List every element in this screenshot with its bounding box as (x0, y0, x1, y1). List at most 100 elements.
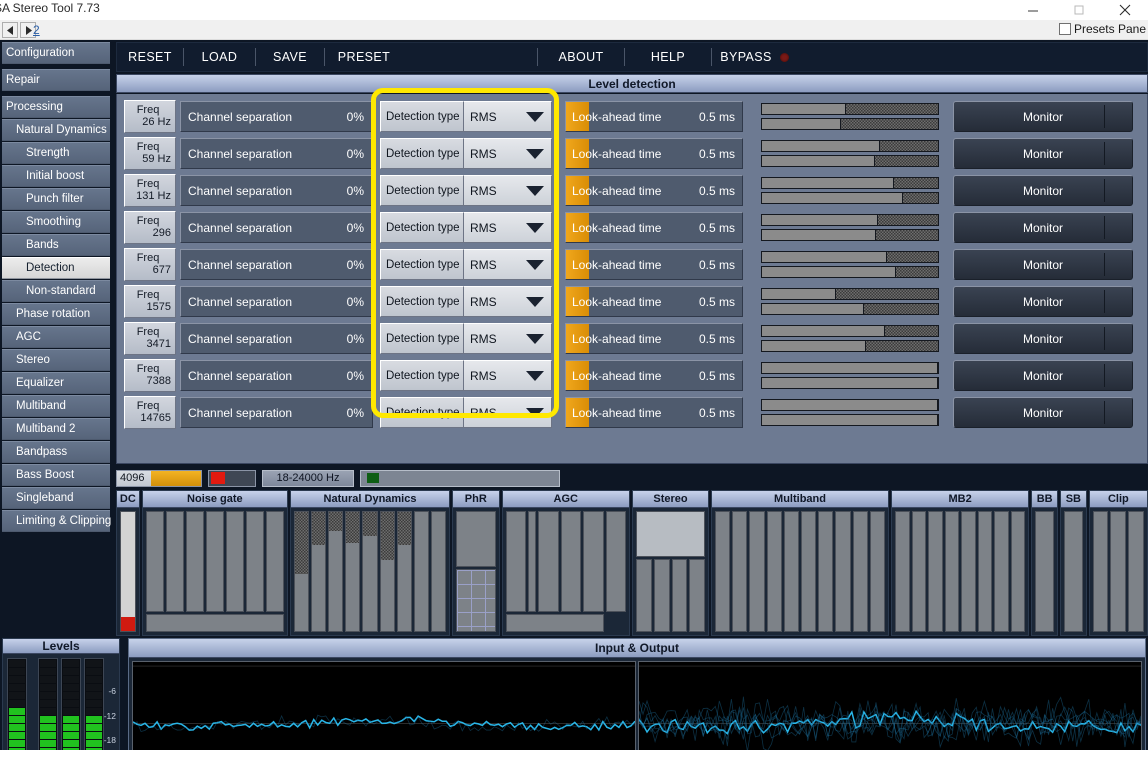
checkbox-icon[interactable] (1058, 23, 1071, 35)
look-ahead-time-slider[interactable]: Look-ahead time 0.5 ms (565, 360, 743, 391)
channel-separation-slider[interactable]: Channel separation 0% (180, 286, 373, 317)
detection-type-dropdown[interactable]: Detection type RMS (380, 323, 552, 354)
monitor-button[interactable]: Monitor (953, 175, 1133, 206)
channel-separation-slider[interactable]: Channel separation 0% (180, 397, 373, 428)
sidebar-item-phase-rotation[interactable]: Phase rotation (2, 303, 110, 325)
look-ahead-time-slider[interactable]: Look-ahead time 0.5 ms (565, 212, 743, 243)
detection-type-dropdown[interactable]: Detection type RMS (380, 397, 552, 428)
module-body[interactable] (1061, 508, 1086, 635)
detection-type-dropdown[interactable]: Detection type RMS (380, 212, 552, 243)
detection-type-value-area[interactable]: RMS (464, 323, 552, 354)
chevron-down-icon[interactable] (526, 259, 544, 270)
help-button[interactable]: HELP (625, 43, 711, 71)
channel-separation-slider[interactable]: Channel separation 0% (180, 212, 373, 243)
monitor-button[interactable]: Monitor (953, 323, 1133, 354)
sidebar-item-processing[interactable]: Processing (2, 96, 110, 118)
detection-type-dropdown[interactable]: Detection type RMS (380, 175, 552, 206)
look-ahead-time-slider[interactable]: Look-ahead time 0.5 ms (565, 101, 743, 132)
chevron-down-icon[interactable] (526, 407, 544, 418)
module-body[interactable] (633, 508, 708, 635)
module-panel-agc[interactable]: AGC (501, 490, 630, 636)
detection-type-value-area[interactable]: RMS (464, 249, 552, 280)
sidebar-item-multiband-2[interactable]: Multiband 2 (2, 418, 110, 440)
detection-type-value-area[interactable]: RMS (464, 175, 552, 206)
sidebar-item-singleband[interactable]: Singleband (2, 487, 110, 509)
chevron-down-icon[interactable] (526, 148, 544, 159)
module-body[interactable] (1090, 508, 1147, 635)
detection-type-dropdown[interactable]: Detection type RMS (380, 286, 552, 317)
detection-type-value-area[interactable]: RMS (464, 360, 552, 391)
sidebar-item-multiband[interactable]: Multiband (2, 395, 110, 417)
detection-type-value-area[interactable]: RMS (464, 101, 552, 132)
chevron-down-icon[interactable] (526, 333, 544, 344)
minimize-icon[interactable] (1010, 0, 1056, 20)
detection-type-value-area[interactable]: RMS (464, 286, 552, 317)
module-panel-multiband[interactable]: Multiband (711, 490, 889, 636)
monitor-button[interactable]: Monitor (953, 212, 1133, 243)
frequency-button[interactable]: Freq 677 (124, 248, 176, 281)
look-ahead-time-slider[interactable]: Look-ahead time 0.5 ms (565, 397, 743, 428)
detection-type-dropdown[interactable]: Detection type RMS (380, 138, 552, 169)
look-ahead-time-slider[interactable]: Look-ahead time 0.5 ms (565, 249, 743, 280)
module-body[interactable] (712, 508, 888, 635)
monitor-button[interactable]: Monitor (953, 249, 1133, 280)
module-body[interactable] (143, 508, 287, 635)
sidebar-item-natural-dynamics[interactable]: Natural Dynamics (2, 119, 110, 141)
channel-separation-slider[interactable]: Channel separation 0% (180, 249, 373, 280)
detection-type-value-area[interactable]: RMS (464, 138, 552, 169)
preset-button[interactable]: PRESET (325, 43, 403, 71)
frequency-button[interactable]: Freq 26 Hz (124, 100, 176, 133)
frequency-button[interactable]: Freq 131 Hz (124, 174, 176, 207)
chevron-down-icon[interactable] (526, 111, 544, 122)
module-panel-clip[interactable]: Clip (1088, 490, 1148, 636)
frequency-button[interactable]: Freq 3471 (124, 322, 176, 355)
module-body[interactable] (1032, 508, 1057, 635)
module-panel-stereo[interactable]: Stereo (631, 490, 710, 636)
module-panel-phr[interactable]: PhR (452, 490, 500, 636)
module-panel-dc[interactable]: DC (116, 490, 140, 636)
sidebar-item-bass-boost[interactable]: Bass Boost (2, 464, 110, 486)
load-button[interactable]: LOAD (184, 43, 255, 71)
sidebar-item-bands[interactable]: Bands (2, 234, 110, 256)
sidebar-item-initial-boost[interactable]: Initial boost (2, 165, 110, 187)
monitor-button[interactable]: Monitor (953, 286, 1133, 317)
module-body[interactable] (117, 508, 139, 635)
close-icon[interactable] (1102, 0, 1148, 20)
sidebar-item-stereo[interactable]: Stereo (2, 349, 110, 371)
detection-type-dropdown[interactable]: Detection type RMS (380, 249, 552, 280)
look-ahead-time-slider[interactable]: Look-ahead time 0.5 ms (565, 323, 743, 354)
sidebar-item-bandpass[interactable]: Bandpass (2, 441, 110, 463)
presets-pane-checkbox[interactable]: Presets Pane (1058, 22, 1146, 36)
detection-type-dropdown[interactable]: Detection type RMS (380, 101, 552, 132)
tab-2[interactable]: 2 (33, 23, 40, 37)
reset-button[interactable]: RESET (117, 43, 183, 71)
frequency-button[interactable]: Freq 1575 (124, 285, 176, 318)
channel-separation-slider[interactable]: Channel separation 0% (180, 360, 373, 391)
sidebar-item-configuration[interactable]: Configuration (2, 42, 110, 64)
detection-type-value-area[interactable]: RMS (464, 212, 552, 243)
look-ahead-time-slider[interactable]: Look-ahead time 0.5 ms (565, 138, 743, 169)
channel-separation-slider[interactable]: Channel separation 0% (180, 101, 373, 132)
module-body[interactable] (892, 508, 1028, 635)
module-body[interactable] (291, 508, 449, 635)
look-ahead-time-slider[interactable]: Look-ahead time 0.5 ms (565, 175, 743, 206)
module-panel-mb2[interactable]: MB2 (890, 490, 1030, 636)
monitor-button[interactable]: Monitor (953, 101, 1133, 132)
frequency-button[interactable]: Freq 296 (124, 211, 176, 244)
sidebar-item-smoothing[interactable]: Smoothing (2, 211, 110, 233)
sidebar-item-limiting-clipping[interactable]: Limiting & Clipping (2, 510, 111, 532)
channel-separation-slider[interactable]: Channel separation 0% (180, 138, 373, 169)
detection-type-value-area[interactable]: RMS (464, 397, 552, 428)
module-panel-sb[interactable]: SB (1060, 490, 1087, 636)
sidebar-item-punch-filter[interactable]: Punch filter (2, 188, 110, 210)
module-panel-natural-dynamics[interactable]: Natural Dynamics (289, 490, 451, 636)
monitor-button[interactable]: Monitor (953, 360, 1133, 391)
save-button[interactable]: SAVE (256, 43, 324, 71)
frequency-button[interactable]: Freq 14765 (124, 396, 176, 429)
monitor-button[interactable]: Monitor (953, 397, 1133, 428)
channel-separation-slider[interactable]: Channel separation 0% (180, 175, 373, 206)
sidebar-item-agc[interactable]: AGC (2, 326, 110, 348)
chevron-down-icon[interactable] (526, 370, 544, 381)
monitor-button[interactable]: Monitor (953, 138, 1133, 169)
detection-type-dropdown[interactable]: Detection type RMS (380, 360, 552, 391)
